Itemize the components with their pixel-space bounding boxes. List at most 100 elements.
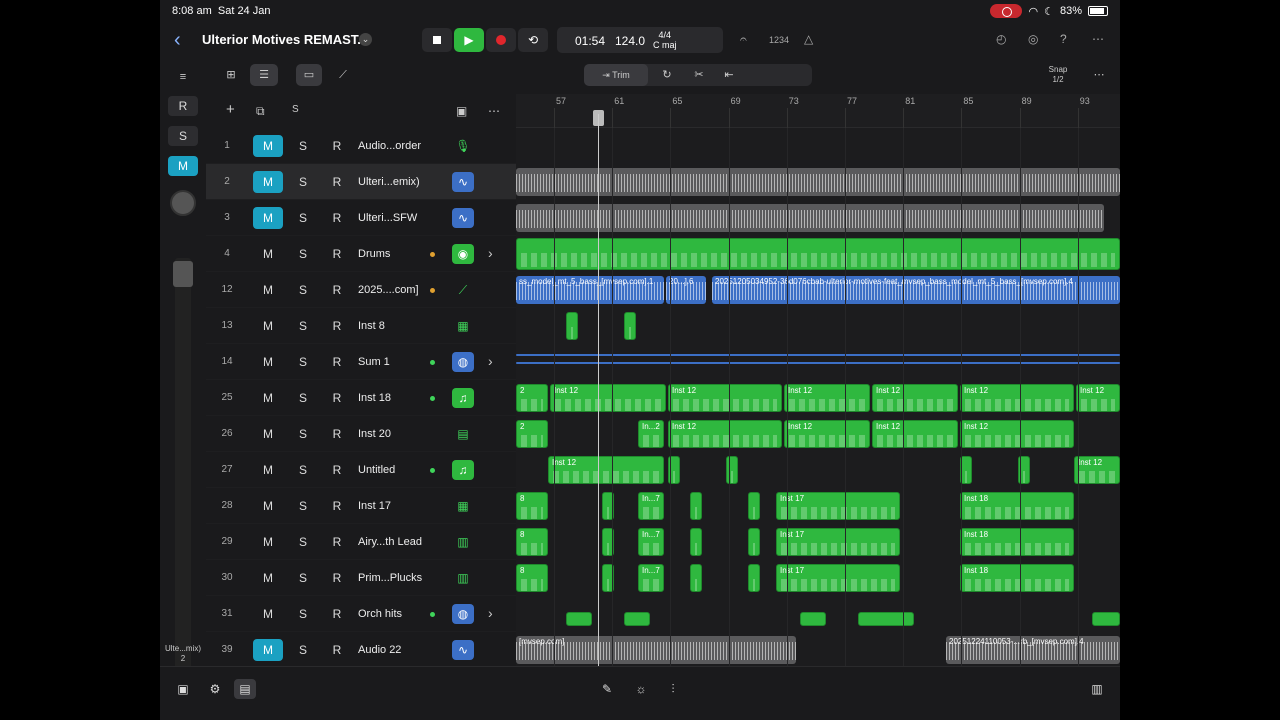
synth-icon[interactable]: ▥ [452, 568, 474, 588]
record-arm-button[interactable]: R [322, 459, 352, 481]
midi-region[interactable]: Inst 12 [550, 384, 666, 412]
record-arm-button[interactable]: R [322, 207, 352, 229]
join-tool-icon[interactable]: ⇤ [716, 64, 742, 86]
midi-region[interactable]: Inst 12 [784, 384, 870, 412]
track-row[interactable]: 12 M S R 2025....com] ⟋ [206, 272, 516, 308]
toolbar-more-icon[interactable]: ⋯ [1090, 64, 1108, 86]
audio-region[interactable]: 20251224110053-...rb_[mvsep.com].4 [946, 636, 1120, 664]
note-icon[interactable]: ♫ [452, 460, 474, 480]
organ-icon[interactable]: ▤ [452, 424, 474, 444]
track-row[interactable]: 2 M S R Ulteri...emix) ∿ [206, 164, 516, 200]
solo-button[interactable]: S [288, 531, 318, 553]
eq-sliders-icon[interactable]: ⫶ [662, 679, 684, 699]
mute-button[interactable]: M [253, 603, 283, 625]
stack-icon[interactable]: ◍ [452, 352, 474, 372]
volume-fader-handle[interactable] [173, 261, 193, 287]
track-row[interactable]: 3 M S R Ulteri...SFW ∿ [206, 200, 516, 236]
track-row[interactable]: 4 M S R Drums ◉ › [206, 236, 516, 272]
solo-button[interactable]: S [288, 387, 318, 409]
mute-button[interactable]: M [253, 459, 283, 481]
mute-button[interactable]: M [253, 567, 283, 589]
count-in-button[interactable]: 1234 [769, 35, 789, 45]
midi-region[interactable]: Inst 12 [960, 384, 1074, 412]
fx-icon[interactable]: ☼ [630, 679, 652, 699]
midi-region[interactable]: Inst 12 [872, 420, 958, 448]
midi-region[interactable]: In...7 [638, 564, 664, 592]
loop-tool-icon[interactable]: ↻ [654, 64, 680, 86]
track-name[interactable]: 2025....com] [358, 284, 419, 296]
midi-region[interactable]: Inst 18 [960, 528, 1074, 556]
midi-region[interactable]: Inst 17 [776, 492, 900, 520]
pencil-icon[interactable]: ✎ [596, 679, 618, 699]
track-row[interactable]: 13 M S R Inst 8 ▦ [206, 308, 516, 344]
synth-icon[interactable]: ▥ [452, 532, 474, 552]
record-arm-button[interactable]: R [322, 387, 352, 409]
midi-region[interactable] [858, 612, 914, 626]
mute-button[interactable]: M [253, 495, 283, 517]
trim-tool-button[interactable]: ⇥ Trim [584, 64, 648, 86]
midi-region[interactable]: Inst 12 [668, 384, 782, 412]
solo-button[interactable]: S [288, 243, 318, 265]
project-menu-chevron-icon[interactable]: ⌄ [359, 33, 372, 46]
record-arm-button[interactable]: R [322, 351, 352, 373]
audio-region[interactable] [516, 168, 1120, 196]
midi-region[interactable]: In...7 [638, 492, 664, 520]
tuner-icon[interactable]: △ [804, 32, 813, 46]
track-name[interactable]: Prim...Plucks [358, 572, 422, 584]
track-row[interactable]: 27 M S R Untitled ♫ [206, 452, 516, 488]
mute-button[interactable]: M [253, 351, 283, 373]
record-arm-button[interactable]: R [322, 135, 352, 157]
play-button[interactable]: ▶ [454, 28, 484, 52]
expand-chevron-icon[interactable]: › [488, 245, 493, 261]
split-tool-icon[interactable]: ✂ [686, 64, 712, 86]
editor-toggle-icon[interactable]: ▤ [234, 679, 256, 699]
tracks-view-icon[interactable]: ☰ [250, 64, 278, 86]
metronome-icon[interactable]: 𝄐 [740, 32, 747, 47]
track-name[interactable]: Inst 20 [358, 428, 391, 440]
midi-region[interactable]: Inst 17 [776, 528, 900, 556]
midi-region[interactable]: 8 [516, 492, 548, 520]
mixer-settings-icon[interactable]: ≡ [168, 66, 198, 88]
history-icon[interactable]: ◴ [996, 32, 1006, 46]
waveform-icon[interactable]: ∿ [452, 640, 474, 660]
track-row[interactable]: 14 M S R Sum 1 ◍ › [206, 344, 516, 380]
midi-region[interactable]: Inst 12 [1076, 384, 1120, 412]
midi-region[interactable]: 8 [516, 528, 548, 556]
keyboard-icon[interactable]: ▦ [452, 496, 474, 516]
midi-region[interactable] [690, 492, 702, 520]
midi-region[interactable] [566, 312, 578, 340]
track-name[interactable]: Inst 8 [358, 320, 385, 332]
midi-region[interactable] [748, 564, 760, 592]
track-name[interactable]: Sum 1 [358, 356, 390, 368]
midi-region[interactable] [690, 528, 702, 556]
mute-button[interactable]: M [253, 243, 283, 265]
help-icon[interactable]: ? [1060, 32, 1067, 46]
midi-region[interactable]: Inst 12 [872, 384, 958, 412]
midi-region[interactable]: Inst 12 [960, 420, 1074, 448]
track-name[interactable]: Drums [358, 248, 390, 260]
midi-region[interactable] [516, 238, 1120, 270]
record-arm-button[interactable]: R [322, 423, 352, 445]
audio-region[interactable] [516, 204, 1104, 232]
back-chevron-icon[interactable]: ‹ [174, 29, 181, 52]
midi-region[interactable] [624, 612, 650, 626]
solo-button[interactable]: S [288, 459, 318, 481]
rail-solo-button[interactable]: S [168, 126, 198, 146]
track-row[interactable]: 39 M S R Audio 22 ∿ [206, 632, 516, 668]
add-track-icon[interactable]: + [226, 101, 235, 118]
midi-region[interactable]: Inst 18 [960, 492, 1074, 520]
audio-region[interactable]: ss_model_mt_5_bass_[mvsep.com].1 [516, 276, 664, 304]
midi-region[interactable] [748, 492, 760, 520]
track-name[interactable]: Untitled [358, 464, 395, 476]
expand-chevron-icon[interactable]: › [488, 605, 493, 621]
track-row[interactable]: 30 M S R Prim...Plucks ▥ [206, 560, 516, 596]
track-settings-icon[interactable]: ▣ [456, 104, 467, 118]
mute-button[interactable]: M [253, 315, 283, 337]
rail-mute-button[interactable]: M [168, 156, 198, 176]
record-arm-button[interactable]: R [322, 171, 352, 193]
record-arm-button[interactable]: R [322, 495, 352, 517]
guitar-icon[interactable]: ⟋ [452, 280, 474, 300]
stop-button[interactable] [422, 28, 452, 52]
solo-button[interactable]: S [288, 603, 318, 625]
midi-region[interactable]: 8 [516, 564, 548, 592]
